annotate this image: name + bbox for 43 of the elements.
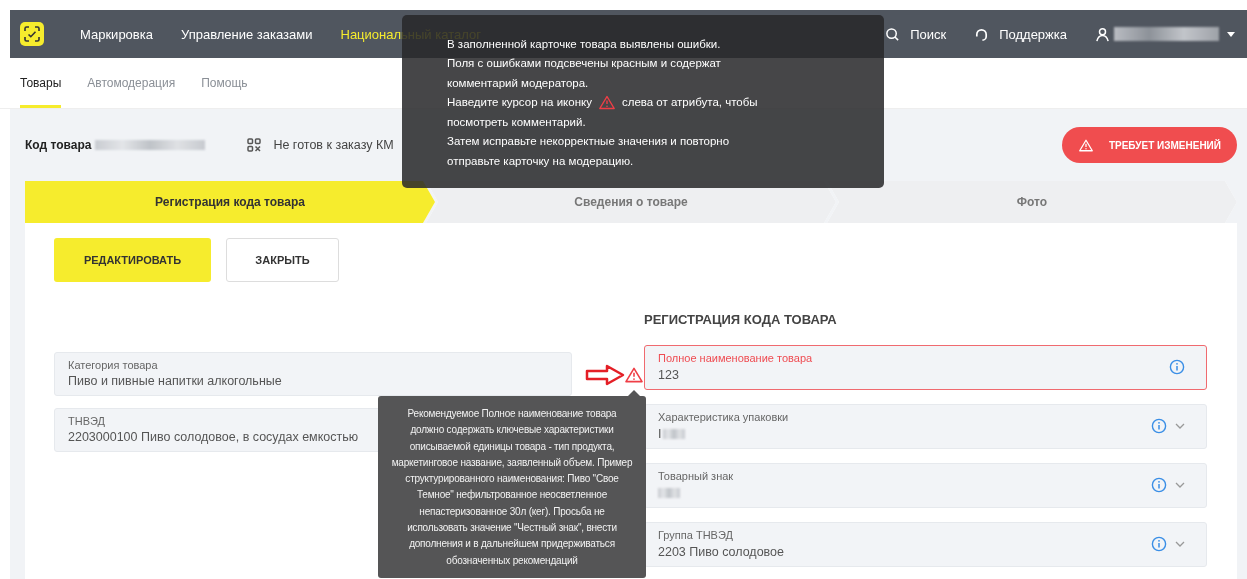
notice-text: отправьте карточку на модерацию.: [447, 154, 634, 167]
order-status: Не готов к заказу КМ: [273, 138, 394, 152]
step-tab[interactable]: Регистрация кода товара: [25, 181, 435, 223]
read-only-field: Категория товара Пиво и пивные напитки алкогольные: [54, 352, 572, 396]
arrow-icon: [585, 364, 625, 386]
headset-icon[interactable]: [974, 26, 990, 42]
chevron-icon[interactable]: [1175, 541, 1185, 547]
redacted-value: [658, 487, 680, 498]
input-field[interactable]: Группа ТНВЭД 2203 Пиво солодовое: [644, 522, 1207, 567]
qr-code-icon: [247, 138, 262, 152]
product-code-label: Код товара: [25, 138, 92, 152]
nav-link[interactable]: Маркировка: [80, 26, 153, 42]
search-icon[interactable]: [885, 26, 901, 42]
section-title: РЕГИСТРАЦИЯ КОДА ТОВАРА: [644, 312, 838, 329]
edit-button[interactable]: РЕДАКТИРОВАТЬ: [54, 238, 211, 282]
notice-text: Затем исправьте некорректные значения и повторно: [447, 135, 730, 148]
info-icon[interactable]: [1169, 359, 1185, 375]
info-icon[interactable]: [1151, 536, 1167, 552]
input-field[interactable]: Полное наименование товара 123: [644, 345, 1207, 390]
user-icon[interactable]: [1095, 26, 1110, 42]
close-button[interactable]: ЗАКРЫТЬ: [226, 238, 339, 282]
notice-text: комментарий модератора.: [447, 76, 589, 89]
logo-icon: [20, 22, 44, 46]
chevron-icon[interactable]: [1175, 482, 1185, 488]
input-field[interactable]: Товарный знак: [644, 463, 1207, 508]
caret-icon[interactable]: [1227, 31, 1235, 37]
notice-text: слева от атрибута, чтобы: [621, 96, 758, 109]
notice-text: Поля с ошибками подсвечены красным и содержат: [447, 57, 721, 70]
search-link[interactable]: Поиск: [910, 26, 947, 42]
warning-icon: [598, 94, 615, 110]
notice-text: Наведите курсор на иконку: [447, 96, 592, 109]
info-icon[interactable]: [1151, 418, 1167, 434]
status-badge: ТРЕБУЕТ ИЗМЕНЕНИЙ: [1061, 127, 1237, 163]
chevron-icon[interactable]: [1175, 423, 1185, 429]
input-field[interactable]: Характеристика упаковки I: [644, 404, 1207, 449]
notice-text: посмотреть комментарий.: [447, 115, 586, 128]
support-link[interactable]: Поддержка: [999, 26, 1067, 42]
notice-text: В заполненной карточке товара выявлены ошибки.: [447, 37, 721, 50]
step-tab[interactable]: Фото: [827, 181, 1237, 223]
redacted-value: [663, 428, 686, 439]
warning-icon: [625, 367, 643, 383]
info-icon[interactable]: [1151, 477, 1167, 493]
nav-link[interactable]: Управление заказами: [180, 26, 313, 42]
